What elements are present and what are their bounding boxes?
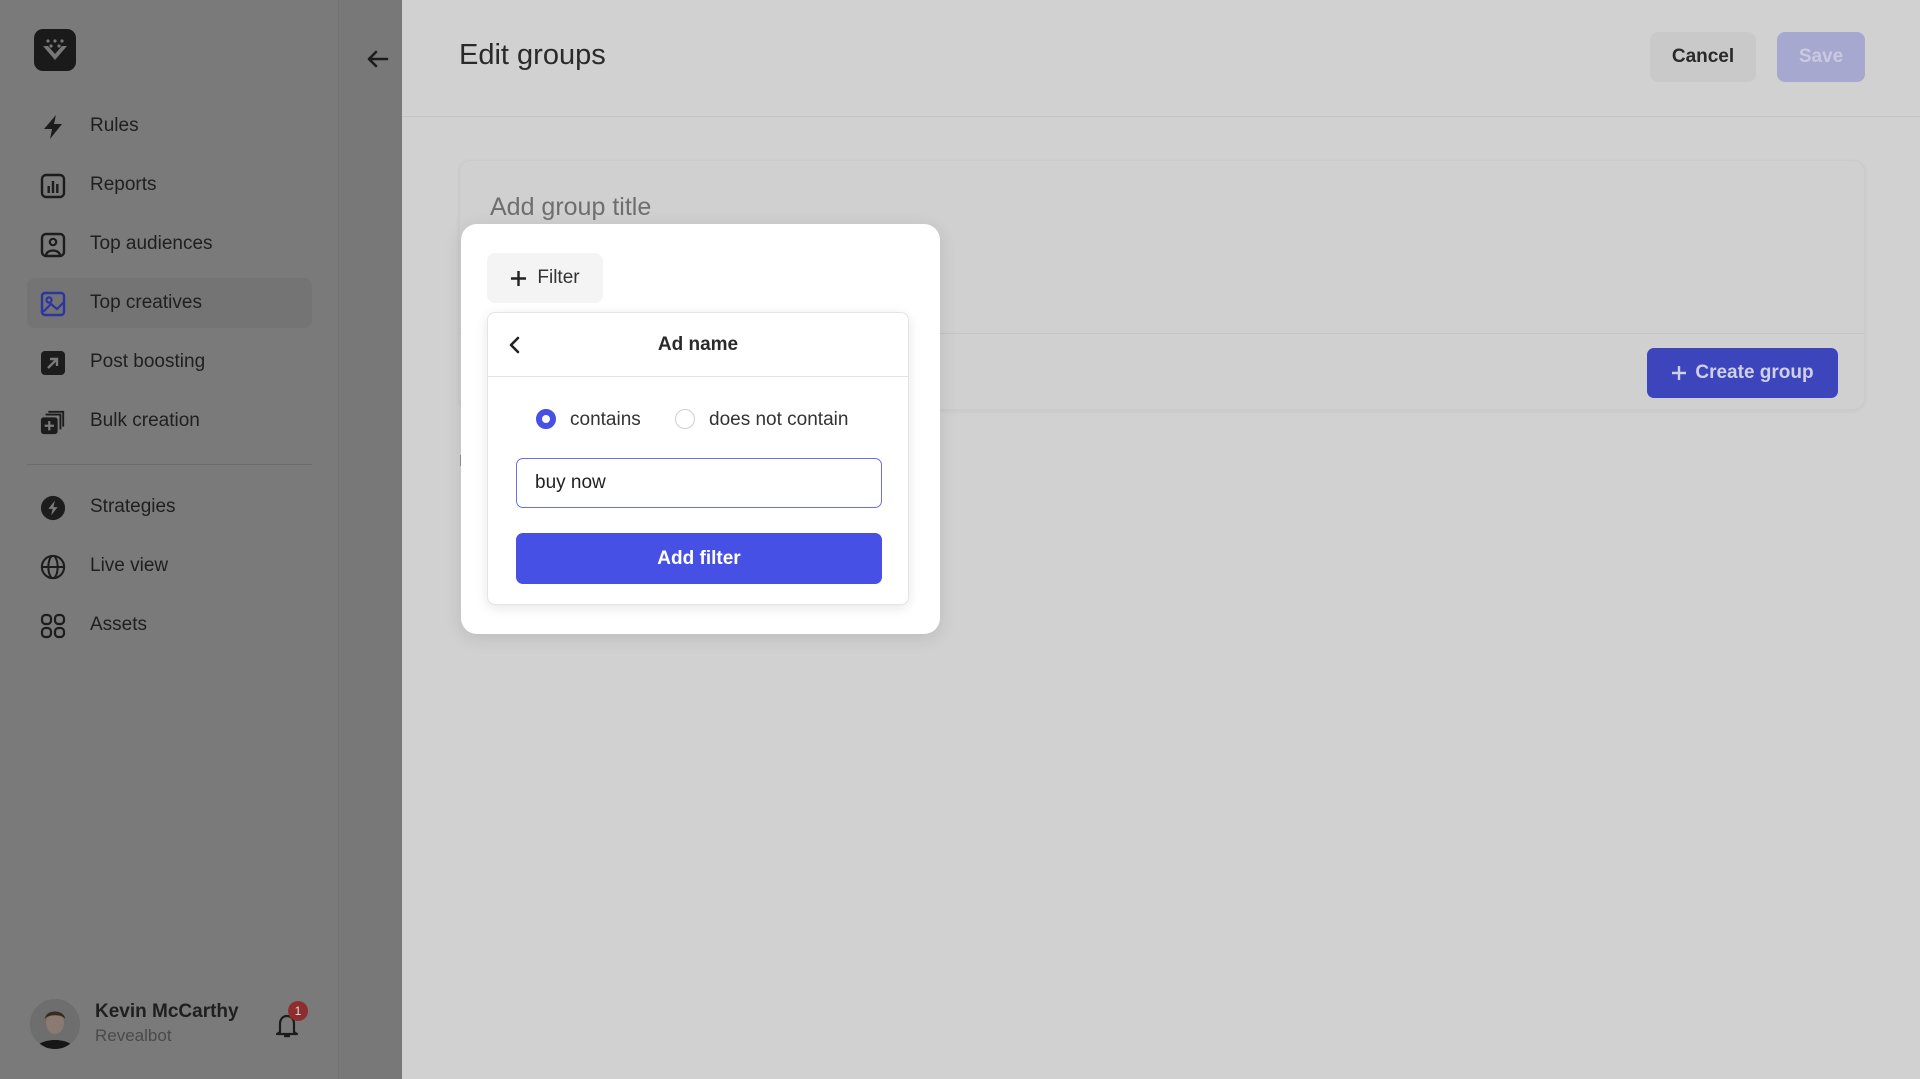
create-group-label: Create group (1695, 362, 1814, 383)
sidebar-item-label: Reports (90, 174, 157, 195)
sidebar-item-label: Bulk creation (90, 410, 200, 431)
radio-label-contains[interactable]: contains (570, 409, 641, 431)
page-title: Edit groups (459, 39, 606, 71)
sidebar-item-label: Top audiences (90, 233, 213, 254)
bar-chart-icon (40, 173, 66, 199)
plus-icon (511, 270, 527, 286)
image-icon (40, 291, 66, 317)
sidebar-item-label: Post boosting (90, 351, 206, 372)
dropdown-header: Ad name (488, 313, 908, 377)
logo-icon (43, 39, 67, 60)
sidebar-item-label: Rules (90, 115, 139, 136)
grid-icon (40, 613, 66, 639)
user-name: Kevin McCarthy (95, 1001, 239, 1022)
back-strip (338, 0, 402, 1079)
filter-value-input[interactable] (516, 458, 882, 508)
sidebar-item-top-creatives[interactable]: Top creatives (27, 278, 312, 328)
filter-button[interactable]: Filter (487, 253, 603, 303)
user-portrait-icon (40, 232, 66, 258)
user-profile[interactable]: Kevin McCarthy Revealbot 1 (30, 999, 320, 1051)
radio-label-does-not-contain[interactable]: does not contain (709, 409, 848, 431)
filter-dropdown: Ad name contains does not contain Add fi… (487, 312, 909, 605)
revealbot-logo[interactable] (34, 29, 76, 71)
sidebar: Rules Reports Top audiences Top creative… (0, 0, 338, 1079)
user-organization: Revealbot (95, 1026, 172, 1045)
avatar (30, 999, 80, 1049)
cancel-button[interactable]: Cancel (1650, 32, 1756, 82)
stacked-plus-icon (40, 409, 66, 435)
sidebar-item-label: Assets (90, 614, 148, 635)
sidebar-item-label: Live view (90, 555, 169, 576)
sidebar-item-rules[interactable]: Rules (27, 101, 312, 151)
create-group-button[interactable]: Create group (1647, 348, 1838, 398)
sidebar-item-top-audiences[interactable]: Top audiences (27, 219, 312, 269)
back-arrow-icon[interactable] (365, 46, 391, 72)
sidebar-item-assets[interactable]: Assets (27, 600, 312, 650)
radio-does-not-contain[interactable] (675, 409, 695, 429)
sidebar-item-live-view[interactable]: Live view (27, 541, 312, 591)
add-filter-button[interactable]: Add filter (516, 533, 882, 584)
plus-icon (1672, 366, 1687, 380)
condition-radio-group: contains does not contain (488, 405, 908, 435)
dropdown-title: Ad name (657, 334, 739, 355)
sidebar-item-post-boosting[interactable]: Post boosting (27, 337, 312, 387)
filter-button-label: Filter (537, 267, 580, 288)
sidebar-item-bulk-creation[interactable]: Bulk creation (27, 396, 312, 446)
save-button[interactable]: Save (1777, 32, 1865, 82)
sidebar-item-label: Strategies (90, 496, 176, 517)
lightning-circle-icon (40, 495, 66, 521)
radio-contains[interactable] (536, 409, 556, 429)
lightning-icon (40, 114, 66, 140)
arrow-up-right-box-icon (40, 350, 66, 376)
filter-popover: Filter Ad name contains does not contain… (461, 224, 940, 634)
sidebar-item-reports[interactable]: Reports (27, 160, 312, 210)
sidebar-item-label: Top creatives (90, 292, 202, 313)
globe-icon (40, 554, 66, 580)
page-header: Edit groups Cancel Save (402, 0, 1920, 117)
notification-badge: 1 (288, 1001, 308, 1021)
sidebar-divider (27, 464, 312, 465)
group-title-input[interactable]: Add group title (490, 193, 651, 222)
sidebar-item-strategies[interactable]: Strategies (27, 482, 312, 532)
